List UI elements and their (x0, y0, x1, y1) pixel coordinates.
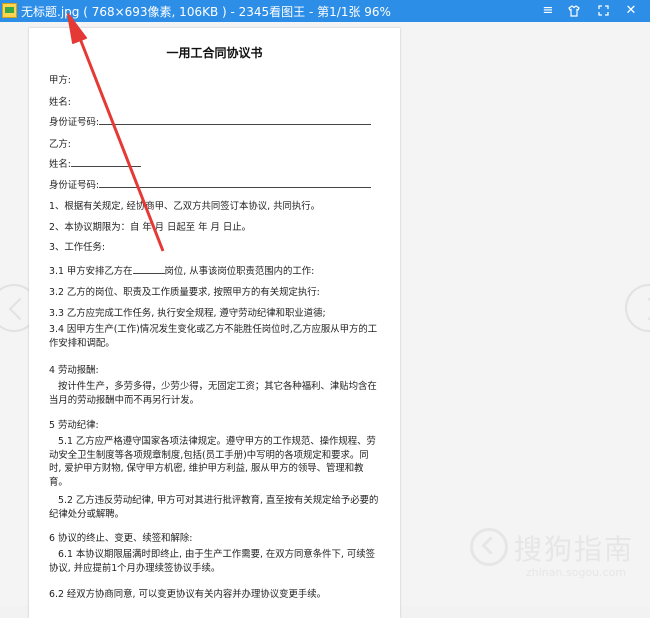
blank-line (70, 157, 141, 167)
name-b-row: 姓名: (49, 156, 141, 170)
clause-3-3: 3.3 乙方应完成工作任务, 执行安全规程, 遵守劳动纪律和职业道德; (49, 308, 326, 319)
app-icon (2, 3, 17, 18)
fullscreen-icon[interactable] (592, 0, 614, 22)
clause-1: 1、根据有关规定, 经协商甲、乙双方共同签订本协议, 共同执行。 (49, 201, 321, 212)
party-a-label: 甲方: (49, 75, 71, 86)
clause-6-1: 6.1 本协议期限届满时即终止, 由于生产工作需要, 在双方同意条件下, 可续签… (49, 549, 376, 574)
id-a-row: 身份证号码: (49, 114, 372, 128)
clause-6-2: 6.2 经双方协商同意, 可以变更协议有关内容并办理协议变更手续。 (49, 589, 326, 600)
clause-5: 5 劳动纪律: (49, 420, 99, 431)
menu-icon[interactable]: ≡ (537, 0, 559, 22)
id-b-row: 身份证号码: (49, 177, 372, 191)
skin-icon[interactable] (563, 0, 585, 22)
image-viewer[interactable]: 一用工合同协议书 甲方: 姓名: 身份证号码: 乙方: 姓名: 身份证号码: 1… (0, 22, 650, 618)
clause-6: 6 协议的终止、变更、续签和解除: (49, 533, 193, 544)
clause-3-1: 3.1 甲方安排乙方在 岗位, 从事该岗位职责范围内的工作: (49, 263, 314, 277)
clause-3-1-part-a: 3.1 甲方安排乙方在 (49, 266, 133, 277)
next-image-icon[interactable] (625, 284, 650, 332)
blank-line (99, 115, 372, 125)
clause-5-1: 5.1 乙方应严格遵守国家各项法律规定。遵守甲方的工作规范、操作规程、劳动安全卫… (49, 436, 376, 488)
clause-2: 2、本协议期限为：自 年 月 日起至 年 月 日止。 (49, 222, 251, 233)
party-b-label: 乙方: (49, 139, 71, 150)
watermark-brand: 搜狗指南 (514, 533, 635, 566)
title-bar: 无标题.jpg ( 768×693像素, 106KB ) - 2345看图王 -… (0, 0, 650, 22)
blank-line (132, 264, 165, 274)
clause-5-2: 5.2 乙方违反劳动纪律, 甲方可对其进行批评教育, 直至按有关规定给予必要的纪… (49, 495, 379, 520)
clause-3: 3、工作任务: (49, 242, 105, 253)
clause-3-1-part-b: 岗位, 从事该岗位职责范围内的工作: (164, 266, 315, 277)
document-image: 一用工合同协议书 甲方: 姓名: 身份证号码: 乙方: 姓名: 身份证号码: 1… (29, 28, 400, 618)
blank-line (99, 178, 372, 188)
name-a-label: 姓名: (49, 97, 71, 108)
document-title: 一用工合同协议书 (166, 46, 263, 60)
sogou-logo-icon (470, 528, 508, 566)
id-a-label: 身份证号码: (49, 117, 100, 128)
name-b-label: 姓名: (49, 159, 71, 170)
id-b-label: 身份证号码: (49, 180, 100, 191)
watermark-url: zhinan.sogou.com (526, 566, 627, 579)
clause-3-2: 3.2 乙方的岗位、职责及工作质量要求, 按照甲方的有关规定执行: (49, 287, 320, 298)
clause-4-body: 按计件生产，多劳多得，少劳少得，无固定工资；其它各种福利、津贴均含在当月的劳动报… (49, 381, 377, 406)
close-icon[interactable]: ✕ (620, 0, 642, 22)
clause-3-4: 3.4 因甲方生产(工作)情况发生变化或乙方不能胜任岗位时,乙方应服从甲方的工作… (49, 324, 378, 349)
clause-4: 4 劳动报酬: (49, 365, 99, 376)
window-title: 无标题.jpg ( 768×693像素, 106KB ) - 2345看图王 -… (21, 5, 391, 19)
